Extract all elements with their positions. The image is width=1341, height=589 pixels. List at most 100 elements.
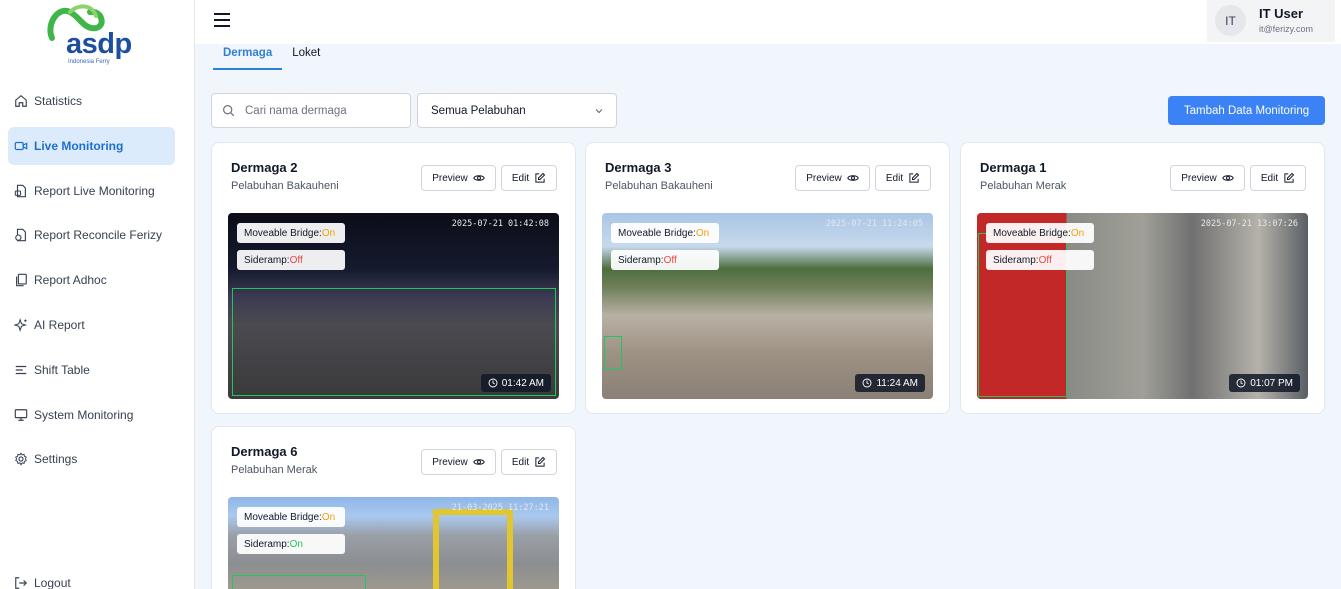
- camera-feed[interactable]: 2025-07-21 11:24:05 Moveable Bridge: On S…: [602, 213, 933, 399]
- menu-toggle-icon[interactable]: [214, 13, 230, 27]
- time-badge: 11:24 AM: [855, 374, 925, 392]
- gear-icon: [14, 452, 28, 466]
- status-value: Off: [289, 254, 303, 266]
- edit-icon: [1284, 172, 1295, 183]
- brand-name: asdp: [66, 28, 132, 60]
- port-filter-select[interactable]: Semua Pelabuhan: [417, 93, 617, 128]
- preview-label: Preview: [1181, 172, 1217, 184]
- sidebar-item-label: Settings: [34, 452, 78, 467]
- clock-icon: [488, 378, 498, 388]
- avatar: IT: [1215, 5, 1246, 36]
- preview-button[interactable]: Preview: [1170, 165, 1245, 191]
- sidebar-item-shift-table[interactable]: Shift Table: [8, 351, 175, 389]
- edit-label: Edit: [511, 172, 530, 184]
- moveable-bridge-status: Moveable Bridge: On: [611, 223, 719, 243]
- time-value: 01:42 AM: [501, 377, 544, 389]
- sidebar: asdp Indonesia Ferry Statistics Live Mon…: [0, 0, 195, 589]
- status-label: Moveable Bridge:: [618, 227, 696, 239]
- sidebar-item-label: Statistics: [34, 94, 83, 108]
- tab-loket[interactable]: Loket: [282, 44, 330, 70]
- sidebar-item-label: Report Reconcile Ferizy: [34, 228, 163, 243]
- top-header: IT IT User it@ferizy.com: [195, 0, 1341, 44]
- sidebar-item-label: Live Monitoring: [34, 138, 124, 153]
- sidebar-item-report-reconcile-ferizy[interactable]: Report Reconcile Ferizy: [8, 216, 175, 254]
- card-title: Dermaga 3: [605, 160, 672, 175]
- logout-icon: [15, 577, 28, 589]
- camera-timestamp: 2025-07-21 11:24:05: [825, 219, 923, 229]
- edit-button[interactable]: Edit: [501, 449, 557, 475]
- port-filter-value: Semua Pelabuhan: [431, 104, 526, 117]
- moveable-bridge-status: Moveable Bridge: On: [237, 507, 345, 527]
- status-label: Sideramp:: [993, 254, 1039, 266]
- sidebar-item-live-monitoring[interactable]: Live Monitoring: [8, 126, 175, 165]
- sideramp-status: Sideramp: Off: [986, 250, 1094, 270]
- status-value: Off: [1038, 254, 1052, 266]
- report-icon: [14, 184, 28, 198]
- camera-feed[interactable]: 2025-07-21 13:07:26 Moveable Bridge: On S…: [977, 213, 1308, 399]
- preview-button[interactable]: Preview: [421, 165, 496, 191]
- edit-icon: [909, 172, 920, 183]
- status-value: On: [321, 511, 336, 523]
- clock-icon: [1236, 378, 1246, 388]
- clock-icon: [863, 378, 872, 388]
- sidebar-item-statistics[interactable]: Statistics: [8, 82, 175, 120]
- card-title: Dermaga 1: [980, 160, 1047, 175]
- sideramp-status: Sideramp: Off: [237, 250, 345, 270]
- sidebar-item-label: System Monitoring: [34, 407, 134, 422]
- preview-button[interactable]: Preview: [421, 449, 496, 475]
- sidebar-item-ai-report[interactable]: AI Report: [8, 306, 175, 344]
- preview-label: Preview: [432, 172, 468, 184]
- edit-label: Edit: [511, 456, 530, 468]
- edit-icon: [535, 456, 546, 467]
- sidebar-item-report-adhoc[interactable]: Report Adhoc: [8, 261, 175, 299]
- status-value: On: [289, 538, 303, 550]
- monitoring-card: Dermaga 3 Pelabuhan Bakauheni Preview Ed…: [585, 142, 950, 414]
- camera-feed[interactable]: 21-03-2025 11:27:21 Moveable Bridge: On S…: [228, 497, 559, 589]
- sidebar-item-label: Shift Table: [34, 362, 90, 377]
- monitor-icon: [14, 408, 28, 422]
- detection-box: [604, 336, 622, 370]
- copy-icon: [14, 273, 28, 287]
- time-badge: 01:07 PM: [1229, 374, 1300, 392]
- video-icon: [14, 139, 28, 153]
- status-value: On: [321, 227, 336, 239]
- preview-label: Preview: [432, 456, 468, 468]
- monitoring-card: Dermaga 6 Pelabuhan Merak Preview Edit 2…: [211, 426, 576, 589]
- monitoring-card: Dermaga 1 Pelabuhan Merak Preview Edit 2…: [960, 142, 1325, 414]
- card-title: Dermaga 2: [231, 160, 298, 175]
- search-input[interactable]: [245, 104, 395, 117]
- sidebar-item-label: Report Adhoc: [34, 273, 107, 288]
- sidebar-item-report-live-monitoring[interactable]: Report Live Monitoring: [8, 172, 175, 210]
- logout-label: Logout: [34, 576, 71, 589]
- user-name: IT User: [1259, 6, 1304, 21]
- user-menu[interactable]: IT IT User it@ferizy.com: [1207, 0, 1335, 42]
- card-port: Pelabuhan Merak: [980, 180, 1067, 192]
- sidebar-item-settings[interactable]: Settings: [8, 440, 175, 478]
- user-email: it@ferizy.com: [1259, 24, 1313, 34]
- status-value: On: [695, 227, 710, 239]
- edit-button[interactable]: Edit: [875, 165, 931, 191]
- eye-icon: [1221, 175, 1234, 181]
- card-title: Dermaga 6: [231, 444, 298, 459]
- brand-tagline: Indonesia Ferry: [68, 59, 110, 65]
- sidebar-nav: Statistics Live Monitoring Report Live M…: [8, 82, 175, 485]
- sidebar-item-system-monitoring[interactable]: System Monitoring: [8, 396, 175, 434]
- sidebar-item-label: Report Live Monitoring: [34, 183, 155, 198]
- card-port: Pelabuhan Merak: [231, 464, 318, 476]
- status-label: Sideramp:: [244, 254, 290, 266]
- edit-button[interactable]: Edit: [1250, 165, 1306, 191]
- camera-timestamp: 21-03-2025 11:27:21: [451, 503, 549, 513]
- barrier-gate: [433, 509, 513, 589]
- tab-dermaga[interactable]: Dermaga: [213, 44, 283, 70]
- add-monitoring-button[interactable]: Tambah Data Monitoring: [1168, 96, 1325, 125]
- status-label: Sideramp:: [244, 538, 290, 550]
- preview-button[interactable]: Preview: [795, 165, 870, 191]
- logout-button[interactable]: Logout: [14, 576, 71, 589]
- card-port: Pelabuhan Bakauheni: [605, 180, 713, 192]
- search-box: [211, 93, 411, 128]
- moveable-bridge-status: Moveable Bridge: On: [237, 223, 345, 243]
- camera-feed[interactable]: 2025-07-21 01:42:08 Moveable Bridge: On S…: [228, 213, 559, 399]
- edit-button[interactable]: Edit: [501, 165, 557, 191]
- sparkle-icon: [14, 318, 28, 332]
- asdp-logo[interactable]: asdp Indonesia Ferry: [44, 2, 144, 68]
